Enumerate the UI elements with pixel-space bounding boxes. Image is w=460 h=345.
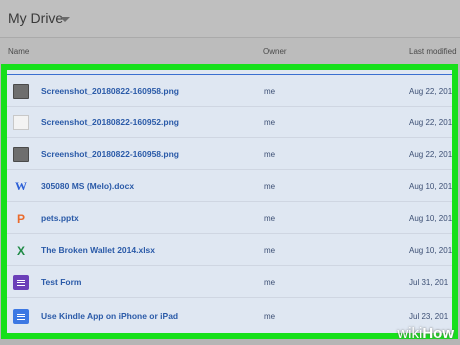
file-owner: me [264,87,276,96]
file-date: Jul 31, 201 [409,278,449,287]
file-row[interactable]: Test Form me Jul 31, 201 [7,267,452,298]
selection-top-line [7,74,452,75]
my-drive-title[interactable]: My Drive [8,10,63,26]
below-area [0,339,460,345]
file-date: Aug 10, 201 [409,246,453,255]
file-date: Aug 10, 201 [409,214,453,223]
file-name[interactable]: Use Kindle App on iPhone or iPad [41,311,178,321]
powerpoint-icon: P [16,211,25,226]
file-row[interactable]: Use Kindle App on iPhone or iPad me Jul … [7,301,452,332]
file-owner: me [264,246,276,255]
column-owner[interactable]: Owner [263,47,287,56]
file-row[interactable]: Screenshot_20180822-160958.png me Aug 22… [7,139,452,170]
column-header: Name Owner Last modified [0,38,460,64]
file-owner: me [264,118,276,127]
file-date: Aug 22, 201 [409,150,453,159]
file-date: Aug 22, 201 [409,118,453,127]
file-owner: me [264,182,276,191]
file-name[interactable]: Screenshot_20180822-160952.png [41,117,179,127]
file-name[interactable]: Test Form [41,277,81,287]
chevron-down-icon[interactable] [60,17,70,22]
file-name[interactable]: pets.pptx [41,213,79,223]
wikihow-watermark: wikiHow [397,325,454,342]
word-icon: W [15,179,27,193]
file-row[interactable]: P pets.pptx me Aug 10, 201 [7,203,452,234]
docs-icon [13,309,29,324]
file-name[interactable]: 305080 MS (Melo).docx [41,181,134,191]
file-owner: me [264,312,276,321]
file-row[interactable]: W 305080 MS (Melo).docx me Aug 10, 201 [7,171,452,202]
file-date: Aug 10, 201 [409,182,453,191]
image-icon [13,84,29,99]
file-owner: me [264,150,276,159]
file-owner: me [264,214,276,223]
file-row[interactable]: Screenshot_20180822-160952.png me Aug 22… [7,107,452,138]
image-icon [13,147,29,162]
file-name[interactable]: Screenshot_20180822-160958.png [41,149,179,159]
top-bar: My Drive [0,0,460,38]
forms-icon [13,275,29,290]
file-date: Jul 23, 201 [409,312,449,321]
file-owner: me [264,278,276,287]
column-last-modified[interactable]: Last modified [409,47,457,56]
file-name[interactable]: The Broken Wallet 2014.xlsx [41,245,155,255]
file-date: Aug 22, 201 [409,87,453,96]
column-name[interactable]: Name [8,47,29,56]
image-icon [13,115,29,130]
excel-icon: X [16,243,25,258]
file-row[interactable]: X The Broken Wallet 2014.xlsx me Aug 10,… [7,235,452,266]
file-row[interactable]: Screenshot_20180822-160958.png me Aug 22… [7,76,452,107]
file-name[interactable]: Screenshot_20180822-160958.png [41,86,179,96]
